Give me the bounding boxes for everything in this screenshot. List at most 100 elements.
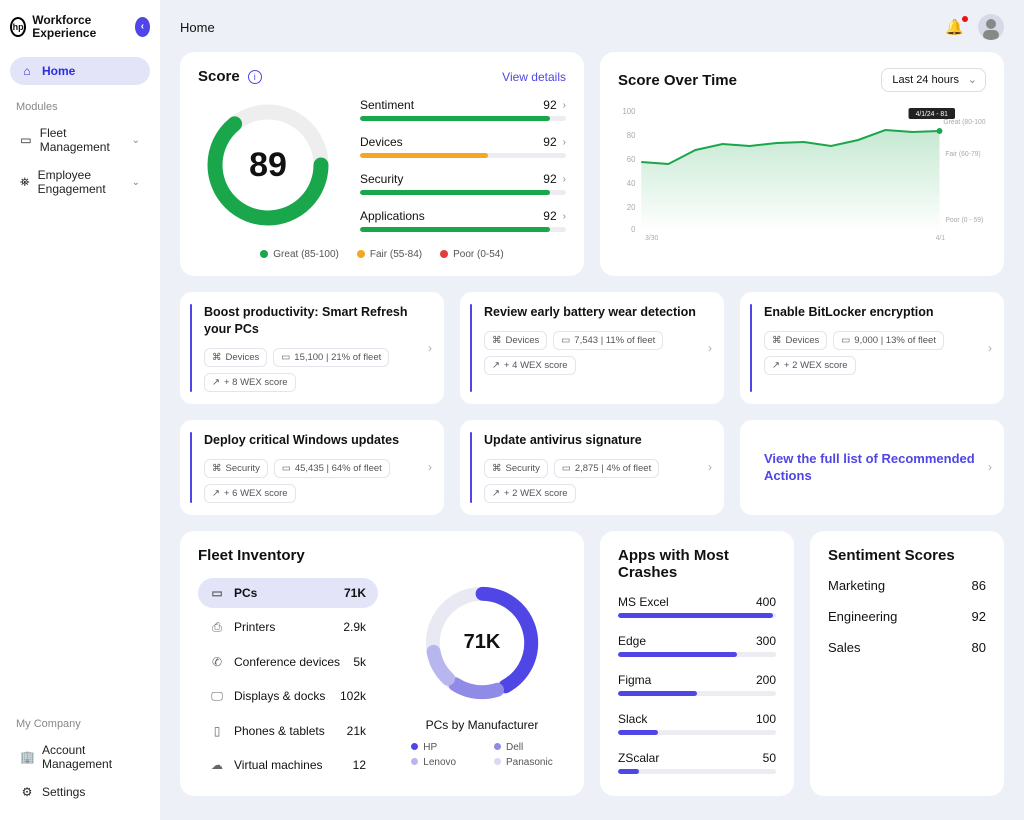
fleet-inventory-card: Fleet Inventory ▭ PCs 71K⎙ Printers 2.9k… [180, 531, 584, 796]
crashes-card: Apps with Most Crashes MS Excel400 Edge3… [600, 531, 794, 796]
crash-bar [618, 613, 776, 618]
fleet-item-count: 21k [347, 724, 366, 738]
category-icon: ▭ [210, 586, 224, 600]
view-details-link[interactable]: View details [502, 70, 566, 84]
crash-app-row: ZScalar50 [618, 751, 776, 774]
reco-title: Boost productivity: Smart Refresh your P… [194, 304, 430, 338]
score-metric-row[interactable]: Security 92 › [360, 172, 566, 195]
tag-icon: ⌘ [492, 463, 502, 474]
sidebar-item-settings[interactable]: ⚙ Settings [10, 778, 150, 806]
metric-bar [360, 227, 566, 232]
svg-text:Fair (60-79): Fair (60-79) [945, 151, 980, 158]
view-all-recommendations-link[interactable]: View the full list of Recommended Action… [740, 420, 1004, 515]
score-metric-row[interactable]: Applications 92 › [360, 209, 566, 232]
crash-app-label: Slack [618, 712, 647, 726]
metric-label: Devices [360, 135, 403, 149]
crash-app-label: MS Excel [618, 595, 669, 609]
collapse-sidebar-button[interactable]: ‹ [135, 17, 150, 37]
svg-text:40: 40 [627, 179, 636, 188]
sidebar: hp Workforce Experience ‹ ⌂ Home Modules… [0, 0, 160, 820]
laptop-icon: ▭ [20, 133, 32, 147]
sidebar-item-account-management[interactable]: 🏢 Account Management [10, 736, 150, 778]
trend-icon: ↗ [492, 360, 500, 371]
time-range-dropdown[interactable]: Last 24 hours [881, 68, 986, 92]
reco-stat-pill: ▭45,435 | 64% of fleet [274, 459, 390, 478]
recommendation-card[interactable]: Deploy critical Windows updates ⌘Securit… [180, 420, 444, 515]
metric-value: 92 [543, 209, 556, 223]
trend-icon: ↗ [212, 377, 220, 388]
sentiment-card: Sentiment Scores Marketing86Engineering9… [810, 531, 1004, 796]
bell-icon: 🔔 [945, 19, 964, 36]
devices-icon: ▭ [562, 463, 571, 474]
svg-text:Great (80-100): Great (80-100) [943, 119, 986, 126]
crash-bar [618, 769, 776, 774]
svg-text:Poor (0 - 59): Poor (0 - 59) [945, 217, 983, 224]
score-donut: 89 [198, 95, 338, 235]
reco-category-pill: ⌘Security [204, 459, 268, 478]
fleet-category-item[interactable]: ⎙ Printers 2.9k [198, 612, 378, 643]
reco-impact-pill: ↗+ 2 WEX score [764, 356, 856, 375]
reco-title: Update antivirus signature [474, 432, 710, 449]
svg-text:20: 20 [627, 203, 636, 212]
fleet-category-item[interactable]: ▯ Phones & tablets 21k [198, 716, 378, 746]
reco-impact-pill: ↗+ 2 WEX score [484, 484, 576, 503]
chevron-right-icon: › [563, 137, 566, 148]
tag-icon: ⌘ [772, 335, 782, 346]
recommendation-card[interactable]: Review early battery wear detection ⌘Dev… [460, 292, 724, 404]
fleet-item-label: Printers [234, 620, 275, 634]
sidebar-item-fleet-management[interactable]: ▭ Fleet Management ⌄ [10, 119, 150, 161]
reco-impact-pill: ↗+ 4 WEX score [484, 356, 576, 375]
tag-icon: ⌘ [212, 463, 222, 474]
sentiment-value: 86 [972, 578, 986, 593]
devices-icon: ▭ [281, 352, 290, 363]
fleet-category-item[interactable]: ▭ PCs 71K [198, 578, 378, 608]
sidebar-section-mycompany: My Company [16, 718, 144, 730]
devices-icon: ▭ [841, 335, 850, 346]
reco-stat-pill: ▭15,100 | 21% of fleet [273, 348, 389, 367]
sentiment-value: 80 [972, 640, 986, 655]
metric-label: Security [360, 172, 403, 186]
crash-app-row: Figma200 [618, 673, 776, 696]
recommendation-card[interactable]: Boost productivity: Smart Refresh your P… [180, 292, 444, 404]
sidebar-item-employee-engagement[interactable]: ⛯ Employee Engagement ⌄ [10, 161, 150, 203]
fleet-category-item[interactable]: ✆ Conference devices 5k [198, 647, 378, 677]
category-icon: ✆ [210, 655, 224, 669]
sentiment-row: Marketing86 [828, 578, 986, 593]
sentiment-label: Engineering [828, 609, 897, 624]
metric-bar [360, 190, 566, 195]
avatar[interactable] [978, 14, 1004, 40]
sidebar-item-label: Settings [42, 785, 85, 799]
info-icon[interactable]: i [248, 70, 262, 84]
brand: hp Workforce Experience ‹ [10, 14, 150, 39]
category-icon: ▯ [210, 724, 224, 738]
score-metric-row[interactable]: Sentiment 92 › [360, 98, 566, 121]
reco-stat-pill: ▭7,543 | 11% of fleet [553, 331, 663, 350]
sidebar-item-label: Account Management [42, 743, 140, 771]
fleet-category-item[interactable]: ☁ Virtual machines 12 [198, 750, 378, 780]
fleet-category-item[interactable]: 🖵 Displays & docks 102k [198, 681, 378, 712]
fleet-item-count: 71K [344, 586, 366, 600]
crash-app-value: 300 [756, 634, 776, 648]
notifications-button[interactable]: 🔔 [945, 18, 964, 36]
fleet-item-label: Conference devices [234, 655, 340, 669]
recommendation-card[interactable]: Update antivirus signature ⌘Security ▭2,… [460, 420, 724, 515]
crashes-title: Apps with Most Crashes [618, 547, 776, 581]
metric-bar [360, 153, 566, 158]
crash-bar [618, 730, 776, 735]
manufacturer-legend-item: HP [411, 742, 470, 753]
trend-icon: ↗ [212, 488, 220, 499]
chevron-right-icon: › [428, 341, 432, 355]
category-icon: ☁ [210, 758, 224, 772]
score-metric-row[interactable]: Devices 92 › [360, 135, 566, 158]
crash-app-row: Edge300 [618, 634, 776, 657]
sidebar-item-home[interactable]: ⌂ Home [10, 57, 150, 85]
chevron-down-icon: ⌄ [132, 177, 140, 188]
people-icon: ⛯ [20, 175, 30, 190]
chevron-right-icon: › [708, 341, 712, 355]
home-icon: ⌂ [20, 64, 34, 78]
devices-icon: ▭ [561, 335, 570, 346]
crash-app-label: Figma [618, 673, 651, 687]
chevron-right-icon: › [563, 100, 566, 111]
svg-text:0: 0 [631, 225, 636, 234]
recommendation-card[interactable]: Enable BitLocker encryption ⌘Devices ▭9,… [740, 292, 1004, 404]
